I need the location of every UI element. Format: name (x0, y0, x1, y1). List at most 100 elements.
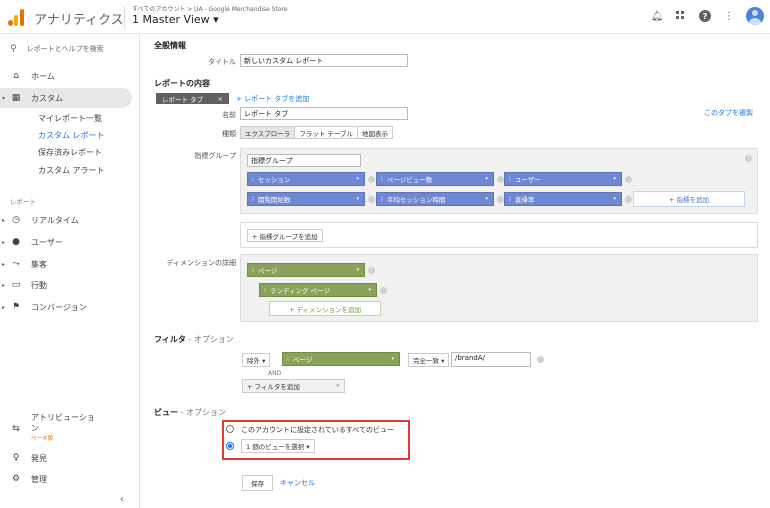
chevron-down-icon: ▾ (336, 383, 339, 389)
caret-right-icon: ▸ (2, 260, 6, 268)
sidebar-item-home[interactable]: ⌂ ホーム (0, 66, 132, 86)
sidebar-item-attribution[interactable]: ⇆ アトリビューショ ン ベータ版 (0, 412, 132, 446)
account-breadcrumb[interactable]: すべてのアカウント > UA - Google Merchandise Stor… (132, 4, 288, 13)
apps-grid-icon[interactable] (674, 9, 688, 23)
remove-dimension-icon[interactable] (368, 267, 375, 274)
sidebar-subitem-my-reports[interactable]: マイレポート一覧 (38, 113, 102, 124)
dimension-pill[interactable]: ⁞ ページ ▾ (247, 263, 365, 277)
metric-group-name-input[interactable]: 指標グループ (247, 154, 361, 167)
sidebar-item-label: 行動 (31, 280, 47, 290)
sidebar-search[interactable]: ⚲ レポートとヘルプを検索 (10, 44, 104, 54)
caret-right-icon: ▸ (2, 281, 6, 289)
select-views-dropdown[interactable]: 1 個のビューを選択 ▾ (241, 439, 315, 453)
metric-pill[interactable]: ⁞ 平均セッション時間 ▾ (376, 192, 494, 206)
more-vert-icon[interactable]: ⋮ (722, 9, 736, 23)
sidebar-item-label: ホーム (31, 71, 55, 81)
metric-pill[interactable]: ⁞ セッション ▾ (247, 172, 365, 186)
view-selector[interactable]: 1 Master View ▾ (132, 13, 219, 26)
remove-filter-icon[interactable] (537, 356, 544, 363)
header-divider (124, 6, 125, 28)
help-icon[interactable]: ? (698, 9, 712, 23)
beta-badge: ベータ版 (31, 436, 54, 442)
name-label: 名前 (222, 111, 236, 119)
behavior-icon: ▭ (11, 280, 21, 290)
sidebar-item-label: コンバージョン (31, 302, 87, 312)
bell-icon[interactable]: 🔔︎ (650, 9, 664, 23)
remove-metric-group-icon[interactable] (745, 155, 752, 162)
dimension-pill[interactable]: ⁞ ランディング ページ ▾ (259, 283, 377, 297)
sidebar: ⚲ レポートとヘルプを検索 ⌂ ホーム ▾ ▦ カスタム マイレポート一覧 カス… (0, 34, 140, 508)
radio-select-views[interactable] (226, 442, 234, 450)
remove-metric-icon[interactable] (368, 176, 375, 183)
general-info-heading: 全般情報 (154, 41, 186, 50)
sidebar-item-discover[interactable]: ♀ 発見 (0, 448, 132, 468)
add-report-tab-link[interactable]: + レポート タブを追加 (236, 94, 309, 104)
sidebar-item-custom[interactable]: ▾ ▦ カスタム (0, 88, 132, 108)
app-name: アナリティクス (34, 13, 124, 28)
add-filter-button[interactable]: + フィルタを追加 ▾ (242, 379, 345, 393)
sidebar-subitem-custom-alerts[interactable]: カスタム アラート (38, 165, 105, 176)
remove-metric-icon[interactable] (625, 196, 632, 203)
type-map-overlay-button[interactable]: 地図表示 (357, 126, 393, 139)
remove-metric-icon[interactable] (497, 196, 504, 203)
sidebar-subitem-saved-reports[interactable]: 保存済みレポート (38, 147, 102, 158)
sidebar-item-label: アトリビューショ (31, 413, 95, 422)
filter-include-exclude-select[interactable]: 除外 ▾ (242, 353, 271, 367)
metric-pill[interactable]: ⁞ ユーザー ▾ (504, 172, 622, 186)
sidebar-item-conversions[interactable]: ▸ ⚑ コンバージョン (0, 297, 132, 317)
filter-match-type-select[interactable]: 完全一致 ▾ (408, 353, 450, 367)
sidebar-item-audience[interactable]: ▸ ● ユーザー (0, 232, 132, 252)
view-heading: ビュー - オプション (154, 408, 226, 417)
lightbulb-icon: ♀ (12, 453, 20, 463)
filter-value-input[interactable]: /brandA/ (451, 352, 531, 367)
reports-section-label: レポート (10, 198, 36, 206)
cancel-link[interactable]: キャンセル (280, 478, 315, 488)
add-metric-button[interactable]: + 指標を追加 (633, 191, 745, 207)
sidebar-subitem-custom-reports[interactable]: カスタム レポート (38, 130, 105, 141)
type-explorer-button[interactable]: エクスプローラ (240, 126, 296, 139)
metric-pill[interactable]: ⁞ 閲覧開始数 ▾ (247, 192, 365, 206)
remove-metric-icon[interactable] (368, 196, 375, 203)
title-input[interactable]: 新しいカスタム レポート (240, 54, 408, 67)
sidebar-item-label-line2: ン (31, 424, 39, 433)
caret-right-icon: ▸ (2, 238, 6, 246)
caret-right-icon: ▸ (2, 216, 6, 224)
metric-pill[interactable]: ⁞ ページビュー数 ▾ (376, 172, 494, 186)
dimension-drilldowns-label: ディメンションの詳細 (166, 259, 236, 267)
flag-icon: ⚑ (11, 302, 21, 312)
metric-pill[interactable]: ⁞ 直帰率 ▾ (504, 192, 622, 206)
add-dimension-button[interactable]: + ディメンションを追加 (269, 301, 381, 316)
remove-metric-icon[interactable] (625, 176, 632, 183)
filter-heading: フィルタ - オプション (154, 335, 234, 344)
save-button[interactable]: 保存 (242, 475, 273, 491)
all-views-option-label: このアカウントに設定されているすべてのビュー (241, 426, 395, 434)
metric-group-label: 指標グループ (194, 152, 236, 160)
remove-dimension-icon[interactable] (380, 287, 387, 294)
sidebar-item-admin[interactable]: ⚙ 管理 (0, 469, 132, 489)
collapse-sidebar-icon[interactable]: ‹ (120, 494, 124, 505)
add-metric-group-button[interactable]: + 指標グループを追加 (247, 229, 323, 242)
avatar[interactable] (746, 7, 764, 25)
top-header: アナリティクス すべてのアカウント > UA - Google Merchand… (0, 0, 770, 34)
report-tab-chip[interactable]: レポート タブ × (156, 93, 229, 104)
sidebar-item-label: 管理 (31, 474, 47, 484)
radio-all-views[interactable] (226, 425, 234, 433)
tab-name-input[interactable]: レポート タブ (240, 107, 408, 120)
acquisition-icon: ⤳ (12, 259, 20, 269)
copy-tab-link[interactable]: このタブを複製 (704, 108, 753, 118)
person-icon: ● (12, 237, 20, 247)
filter-dimension-pill[interactable]: ⁞ ページ ▾ (282, 352, 400, 366)
home-icon: ⌂ (13, 71, 19, 81)
search-placeholder: レポートとヘルプを検索 (26, 45, 104, 53)
clock-icon: ◷ (12, 215, 20, 225)
custom-report-editor: 全般情報 タイトル 新しいカスタム レポート レポートの内容 レポート タブ ×… (146, 34, 766, 508)
close-icon[interactable]: × (218, 95, 223, 103)
sidebar-item-behavior[interactable]: ▸ ▭ 行動 (0, 275, 132, 295)
sidebar-item-realtime[interactable]: ▸ ◷ リアルタイム (0, 210, 132, 230)
search-icon: ⚲ (10, 44, 17, 54)
sidebar-item-acquisition[interactable]: ▸ ⤳ 集客 (0, 254, 132, 274)
type-flat-table-button[interactable]: フラット テーブル (294, 126, 358, 139)
analytics-logo-icon[interactable] (8, 8, 26, 26)
caret-right-icon: ▸ (2, 303, 6, 311)
remove-metric-icon[interactable] (497, 176, 504, 183)
